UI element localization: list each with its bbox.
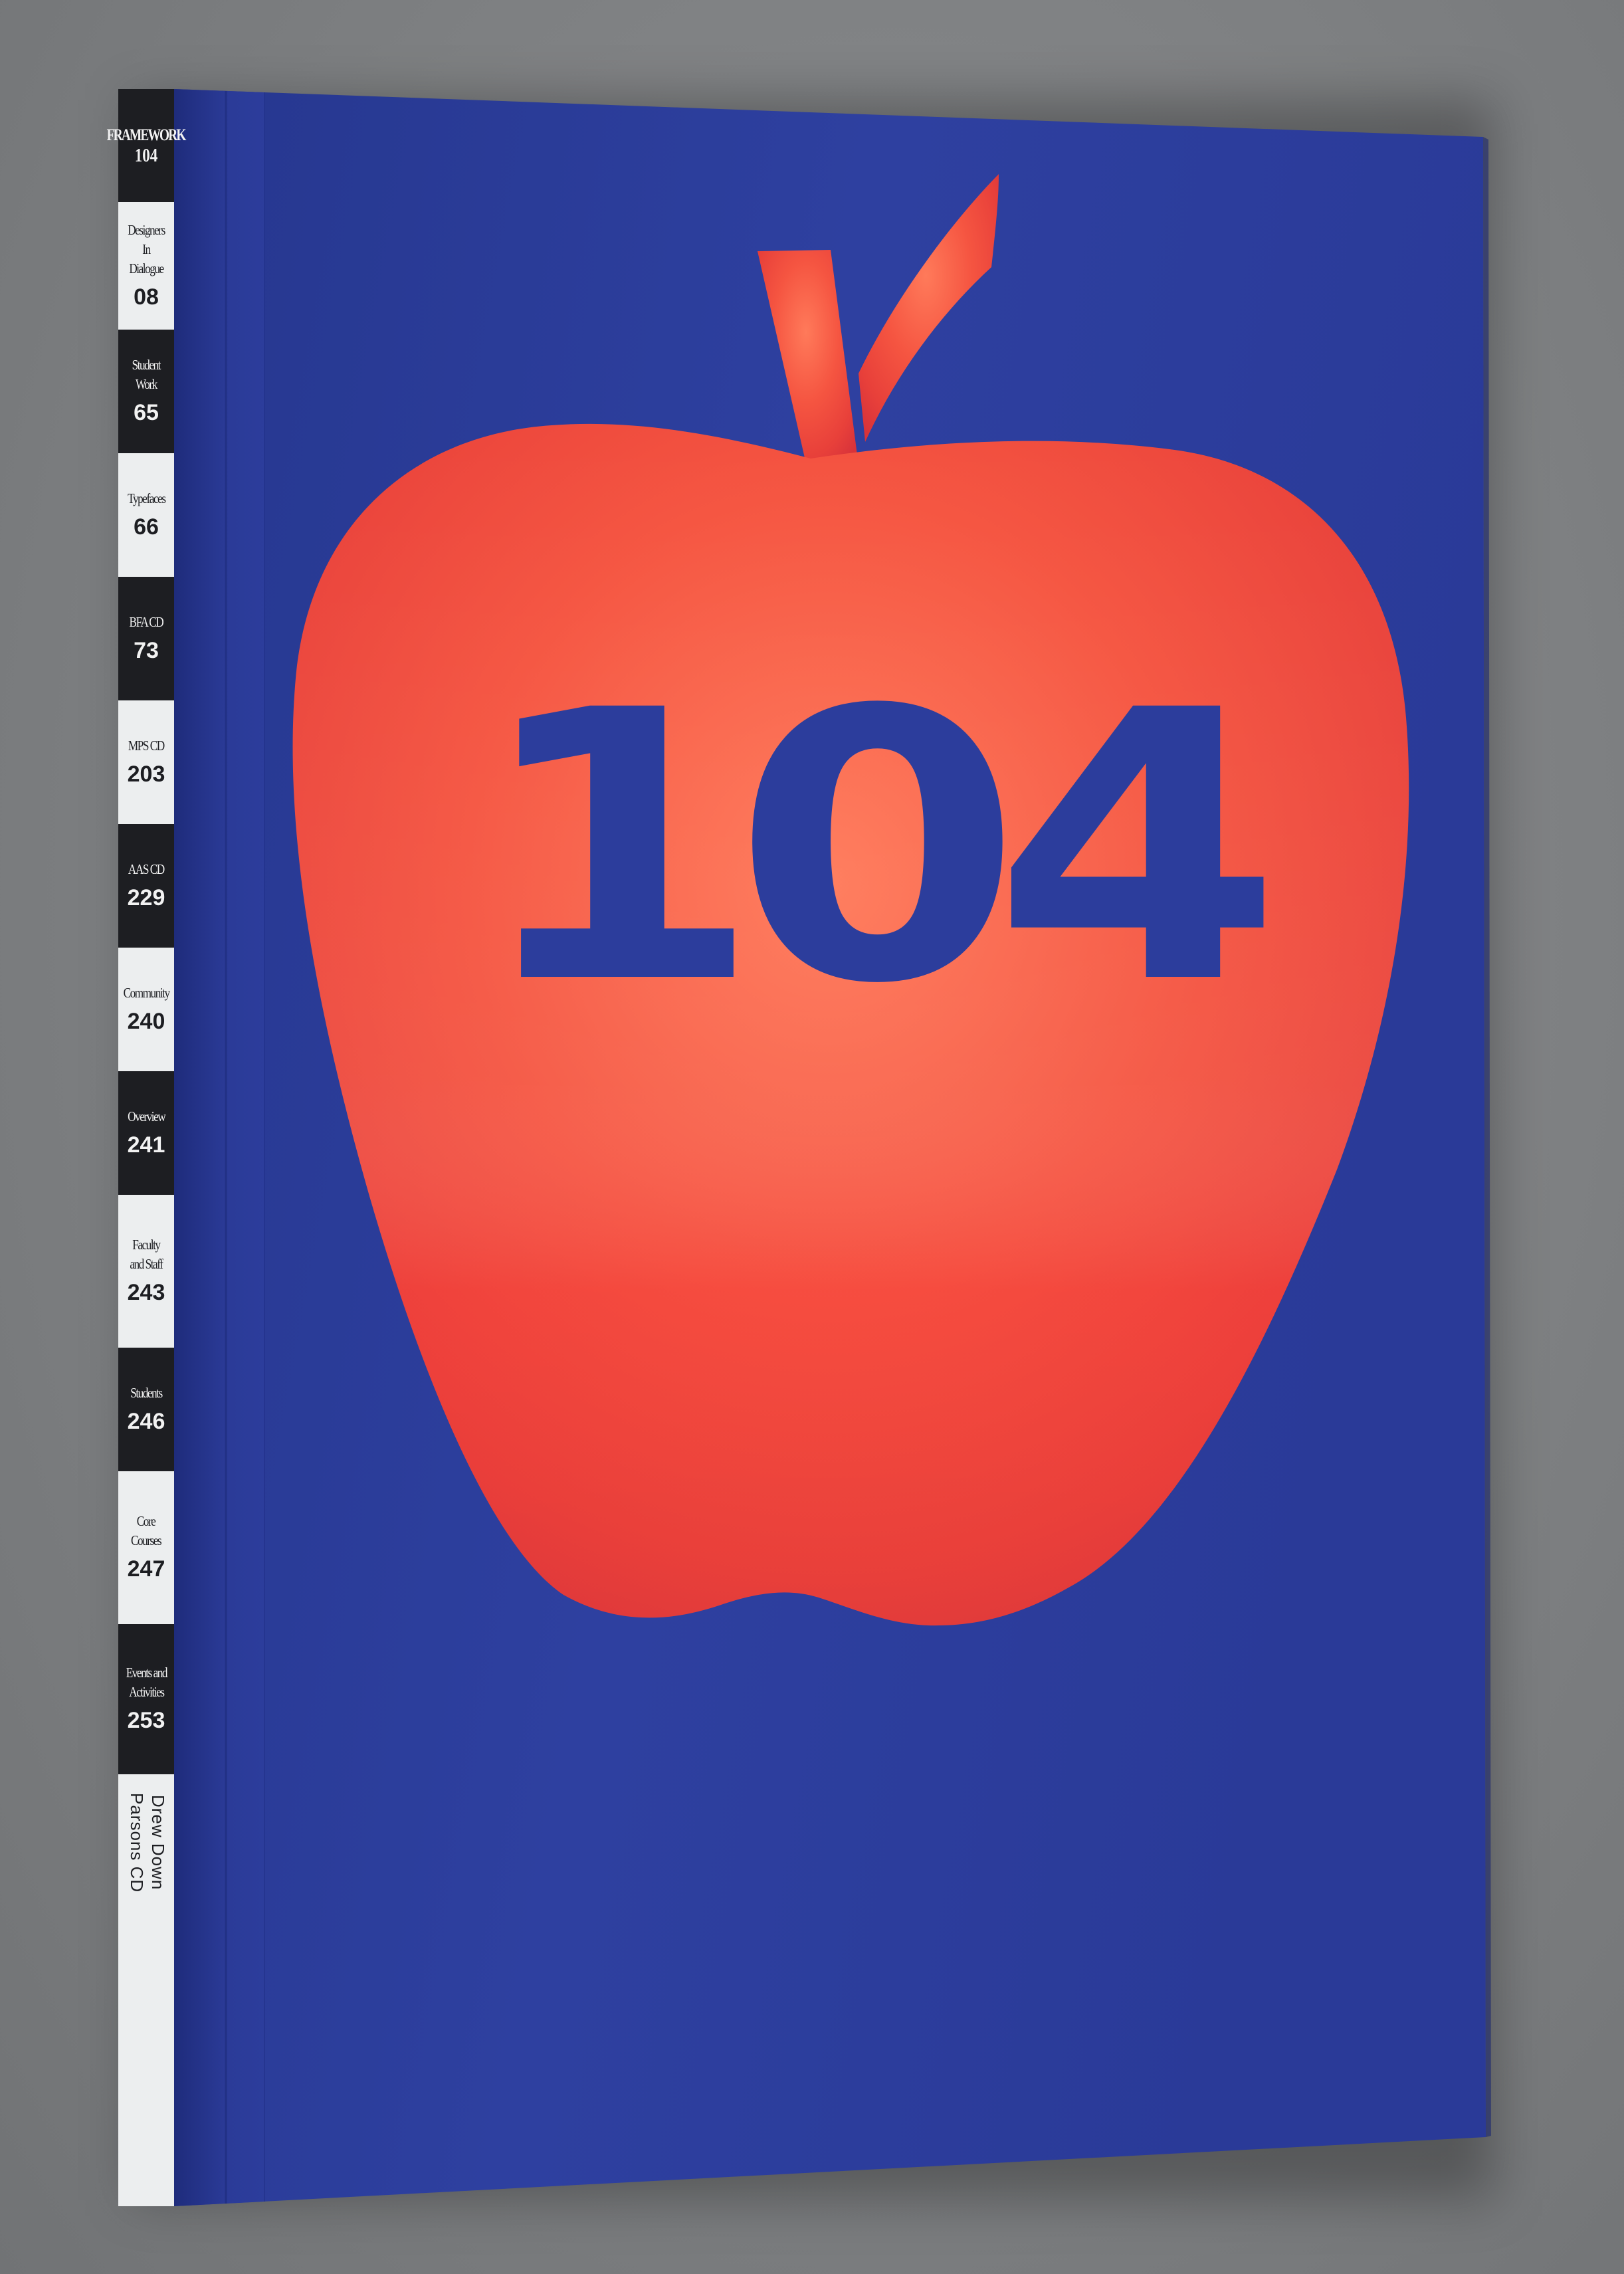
spine-section-page: 203: [127, 761, 165, 787]
spine-section: AAS CD 229: [118, 824, 174, 948]
spine-section-label: Students: [130, 1384, 163, 1401]
spine-section-page: 243: [127, 1280, 165, 1305]
spine-section-page: 66: [134, 514, 159, 540]
spine-section: Student Work 65: [118, 330, 174, 453]
spine-footer: Drew Down Parsons CD: [118, 1774, 174, 2206]
spine-section-page: 65: [134, 400, 159, 425]
spine-section-page: 241: [127, 1132, 165, 1158]
spine-section-page: 73: [134, 637, 159, 663]
spine-title: FRAMEWORK 104: [107, 89, 187, 202]
spine-section: Students 246: [118, 1348, 174, 1471]
spine-section-label: Community: [123, 984, 169, 1001]
spine-section: Overview 241: [118, 1071, 174, 1195]
spine-section-page: 08: [134, 284, 159, 310]
spine-hinge: [174, 89, 264, 2206]
spine-section-page: 247: [127, 1556, 165, 1582]
spine-footer-line2: Parsons CD: [127, 1793, 147, 1893]
spine-issue-number: 104: [134, 145, 158, 166]
spine-footer-text: Drew Down Parsons CD: [126, 1793, 169, 1893]
spine-section: Designers In Dialogue 08: [118, 202, 174, 330]
spine-section-label: Faculty and Staff: [130, 1237, 163, 1272]
spine-footer-line1: Drew Down: [148, 1795, 168, 1891]
book: 104: [174, 89, 1491, 2206]
spine-section-label: Core Courses: [131, 1513, 162, 1548]
spine-section: Typefaces 66: [118, 453, 174, 577]
spine-section-page: 246: [127, 1408, 165, 1434]
spine-section-page: 229: [127, 884, 165, 910]
spine-section: MPS CD 203: [118, 700, 174, 824]
spine: FRAMEWORK 104 Designers In Dialogue 08 Stude…: [107, 89, 187, 2206]
spine-title-text: FRAMEWORK: [107, 126, 187, 144]
spine-section-label: AAS CD: [128, 861, 165, 877]
spine-section-label: Typefaces: [127, 490, 166, 506]
spine-section-label: Student Work: [132, 357, 161, 392]
spine-section: BFA CD 73: [118, 577, 174, 700]
spine-section-label: BFA CD: [129, 613, 164, 630]
spine-section-page: 240: [127, 1008, 165, 1034]
spine-section-label: Designers In Dialogue: [128, 221, 165, 276]
spine-section: Events and Activities 253: [118, 1624, 174, 1774]
spine-section: Faculty and Staff 243: [118, 1195, 174, 1348]
spine-section: Core Courses 247: [118, 1471, 174, 1624]
spine-section-label: MPS CD: [128, 737, 165, 754]
spine-section-page: 253: [127, 1708, 165, 1733]
spine-section: Community 240: [118, 948, 174, 1071]
cover-number: 104: [472, 632, 1267, 1065]
spine-section-label: Overview: [127, 1108, 166, 1124]
spine-section-label: Events and Activities: [126, 1665, 167, 1700]
